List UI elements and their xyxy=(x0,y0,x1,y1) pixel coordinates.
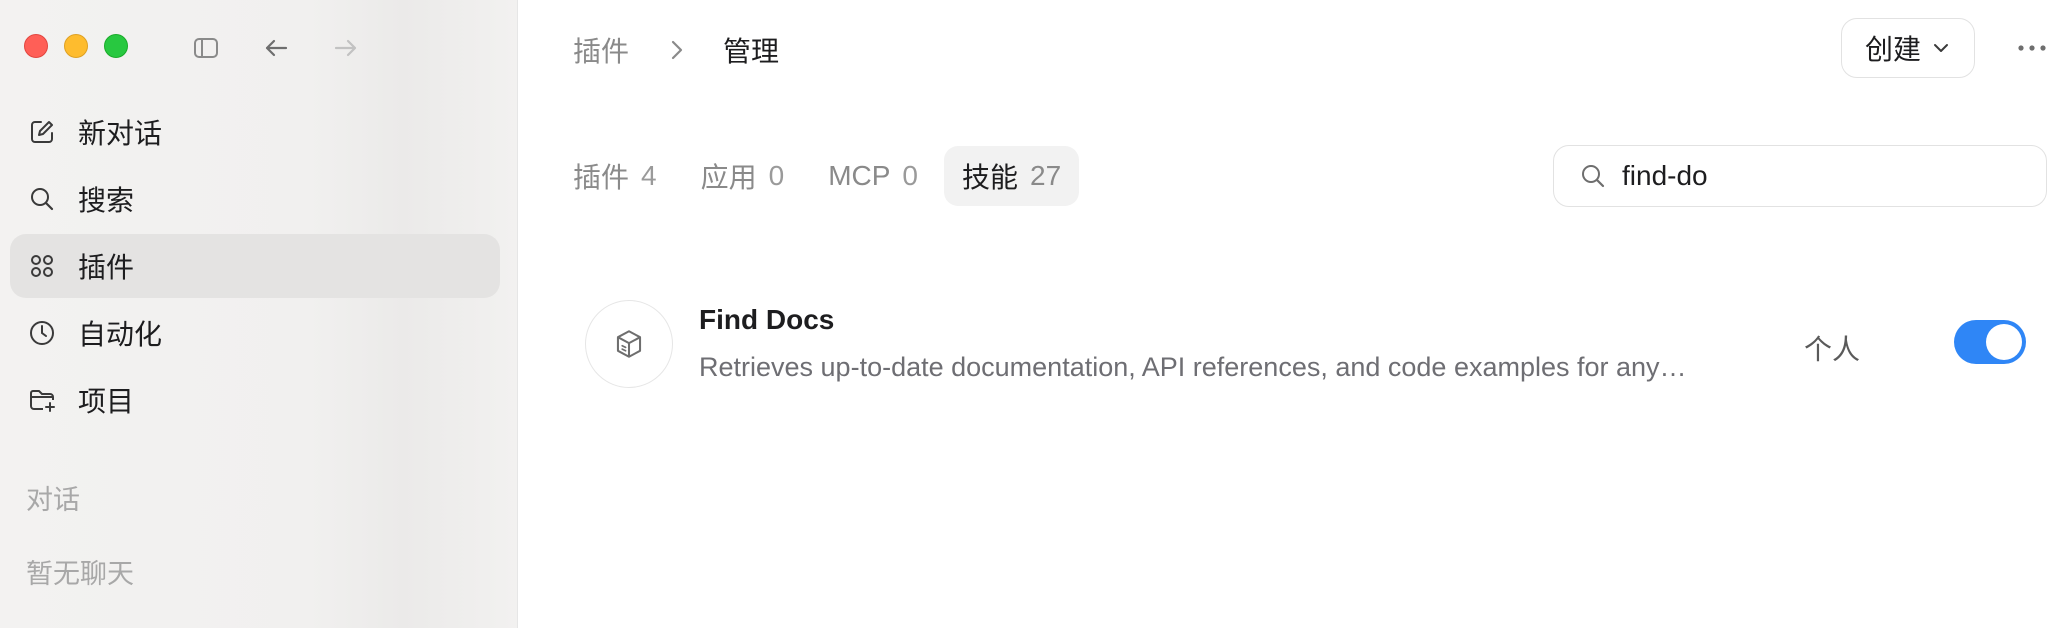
app-window: 新对话 搜索 插件 自动化 项目 对话 暂无聊天 插件 管理 创建 插件 4 应… xyxy=(0,0,2072,628)
breadcrumb-current: 管理 xyxy=(723,36,780,67)
forward-button[interactable] xyxy=(328,30,364,66)
tab-label: 应用 xyxy=(700,162,757,193)
search-input[interactable] xyxy=(1622,160,2022,192)
back-button[interactable] xyxy=(258,30,294,66)
item-title: Find Docs xyxy=(699,304,835,335)
tab-label: 插件 xyxy=(573,162,630,193)
search-icon xyxy=(26,183,58,215)
edit-icon xyxy=(26,116,58,148)
category-tabs: 插件 4 应用 0 MCP 0 技能 27 xyxy=(555,146,1080,206)
tab-label: MCP xyxy=(828,160,891,191)
chevron-down-icon xyxy=(1934,44,1948,52)
zoom-window-button[interactable] xyxy=(104,34,128,58)
tab-count: 27 xyxy=(1030,160,1062,191)
sidebar-nav: 新对话 搜索 插件 自动化 项目 xyxy=(10,100,500,435)
tab-skills[interactable]: 技能 27 xyxy=(944,146,1080,206)
item-description: Retrieves up-to-date documentation, API … xyxy=(699,352,1687,382)
clock-icon xyxy=(26,317,58,349)
sidebar-item-label: 项目 xyxy=(78,386,135,417)
minimize-window-button[interactable] xyxy=(64,34,88,58)
sidebar-item-label: 搜索 xyxy=(78,185,135,216)
create-button-label: 创建 xyxy=(1864,34,1921,65)
sidebar-item-projects[interactable]: 项目 xyxy=(10,368,500,432)
tab-count: 0 xyxy=(902,160,918,191)
tab-mcp[interactable]: MCP 0 xyxy=(810,146,936,206)
search-box xyxy=(1553,145,2047,207)
toggle-knob xyxy=(1986,324,2022,360)
sidebar: 新对话 搜索 插件 自动化 项目 对话 暂无聊天 xyxy=(0,0,518,628)
sidebar-item-search[interactable]: 搜索 xyxy=(10,167,500,231)
sidebar-toggle-button[interactable] xyxy=(188,30,224,66)
empty-chats-text: 暂无聊天 xyxy=(26,559,134,589)
sidebar-item-automation[interactable]: 自动化 xyxy=(10,301,500,365)
conversations-section-title: 对话 xyxy=(26,485,80,515)
tab-count: 4 xyxy=(641,160,657,191)
window-controls xyxy=(24,34,128,58)
main-panel: 插件 管理 创建 插件 4 应用 0 MCP 0 技能 27 find-do F… xyxy=(519,0,2072,628)
breadcrumb-parent[interactable]: 插件 xyxy=(573,30,629,70)
create-button[interactable]: 创建 xyxy=(1841,18,1975,78)
list-item[interactable]: Find Docs Retrieves up-to-date documenta… xyxy=(519,300,2072,390)
tab-plugins[interactable]: 插件 4 xyxy=(555,146,675,206)
sidebar-item-label: 新对话 xyxy=(78,118,163,149)
arrow-left-icon xyxy=(265,39,288,57)
breadcrumb: 插件 管理 xyxy=(573,30,779,70)
sidebar-icon xyxy=(194,38,218,58)
sidebar-item-label: 插件 xyxy=(78,252,135,283)
enable-toggle[interactable] xyxy=(1954,320,2026,364)
tab-count: 0 xyxy=(768,160,785,191)
more-icon xyxy=(2018,45,2046,51)
grid-icon xyxy=(26,250,58,282)
sidebar-item-new-chat[interactable]: 新对话 xyxy=(10,100,500,164)
close-window-button[interactable] xyxy=(24,34,48,58)
arrow-right-icon xyxy=(334,39,357,57)
sidebar-item-plugins[interactable]: 插件 xyxy=(10,234,500,298)
tab-label: 技能 xyxy=(962,162,1019,193)
sidebar-item-label: 自动化 xyxy=(78,319,163,350)
tab-apps[interactable]: 应用 0 xyxy=(683,146,803,206)
chevron-right-icon xyxy=(667,37,687,63)
cube-icon xyxy=(585,300,673,388)
item-scope: 个人 xyxy=(1804,334,1861,365)
folder-add-icon xyxy=(26,384,58,416)
more-options-button[interactable] xyxy=(2009,30,2055,66)
search-icon xyxy=(1582,165,1605,188)
